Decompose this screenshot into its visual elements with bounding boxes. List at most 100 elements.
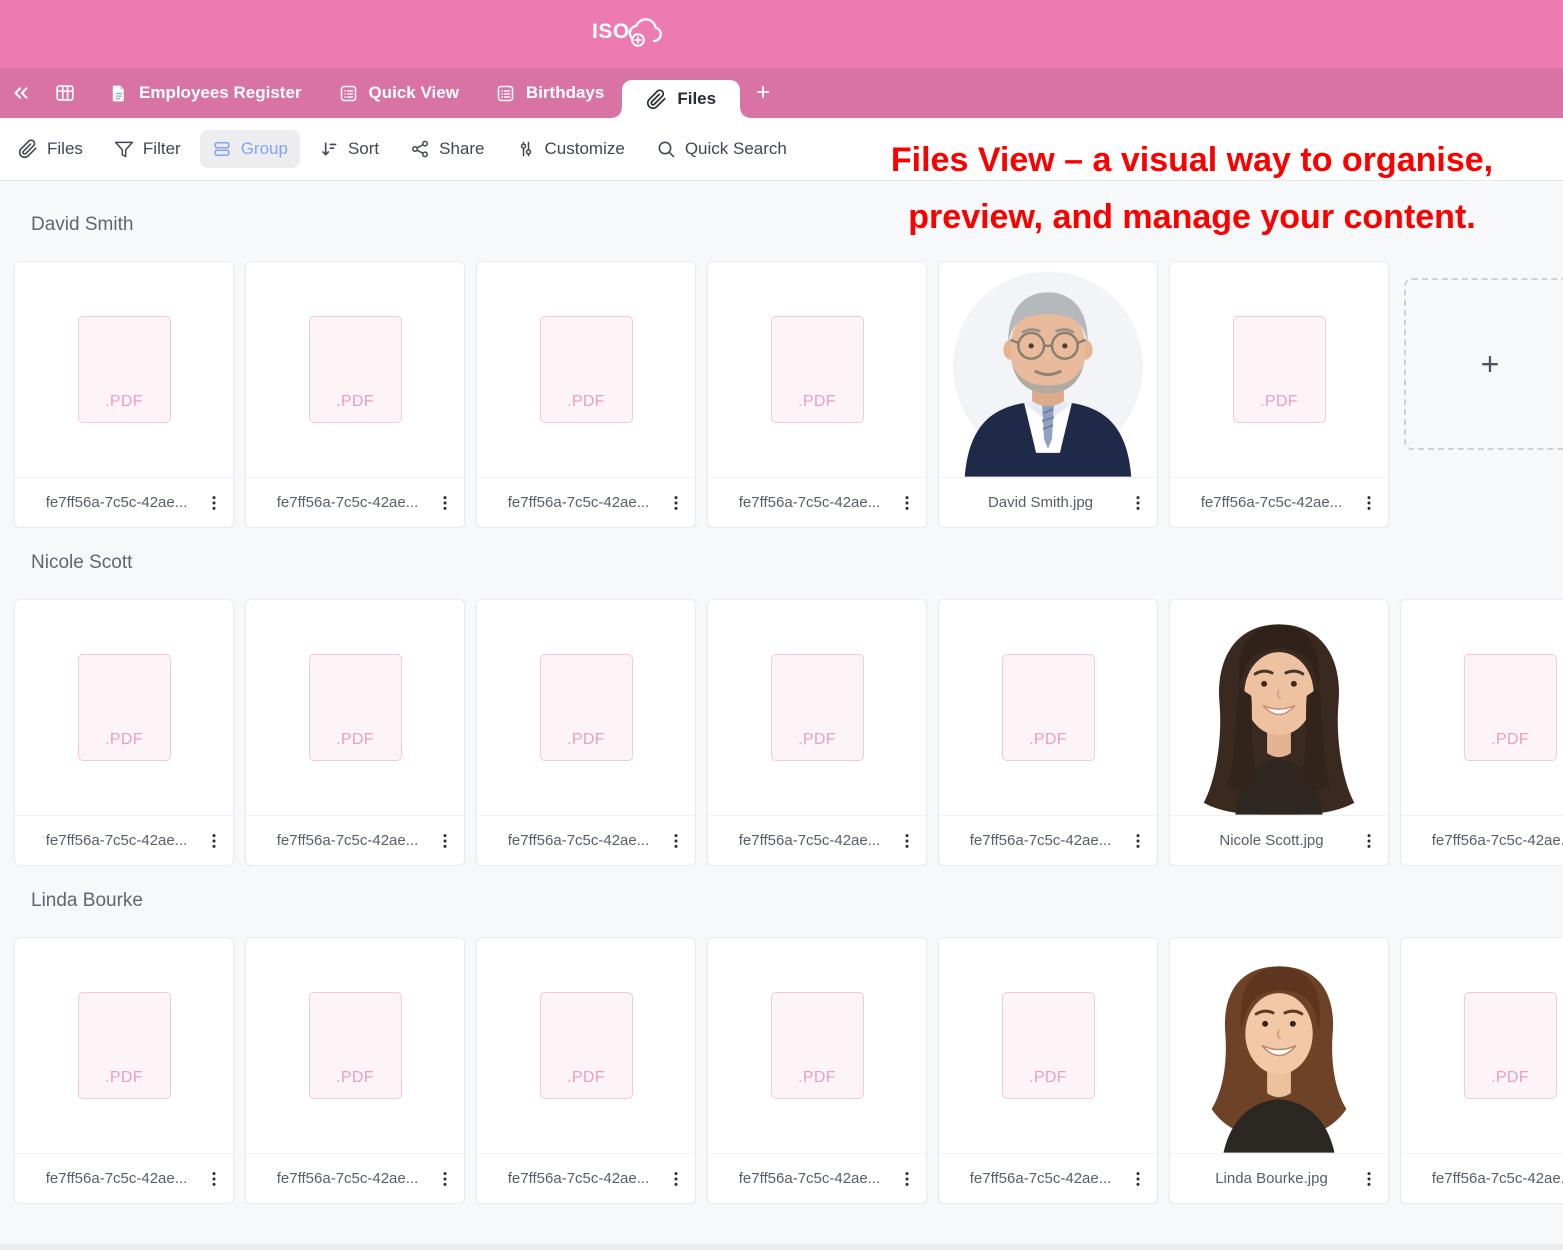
pdf-label: .PDF [798,731,836,749]
file-card[interactable]: .PDF fe7ff56a-7c5c-42ae... [1400,937,1563,1204]
add-view-button[interactable]: + [756,81,770,105]
tab-label: Birthdays [525,83,605,102]
card-footer: fe7ff56a-7c5c-42ae... [15,1153,233,1203]
tab-quick-view[interactable]: Quick View [320,68,477,118]
table-view-button[interactable] [54,82,76,104]
toolbar-sort-button[interactable]: Sort [307,130,391,168]
tab-employees-register[interactable]: Employees Register [90,68,320,118]
kebab-menu-icon[interactable] [897,831,917,851]
card-footer: fe7ff56a-7c5c-42ae... [708,1153,926,1203]
card-footer: fe7ff56a-7c5c-42ae... [477,477,695,527]
file-card[interactable]: .PDF fe7ff56a-7c5c-42ae... [14,261,234,528]
group-icon [212,139,232,159]
file-card[interactable]: .PDF fe7ff56a-7c5c-42ae... [14,937,234,1204]
kebab-menu-icon[interactable] [435,493,455,513]
file-card[interactable]: .PDF fe7ff56a-7c5c-42ae... [245,599,465,866]
file-card[interactable]: .PDF fe7ff56a-7c5c-42ae... [1400,599,1563,866]
app-header: ISO [0,0,1563,68]
pdf-label: .PDF [336,393,374,411]
file-name: fe7ff56a-7c5c-42ae... [45,494,188,512]
kebab-menu-icon[interactable] [204,493,224,513]
kebab-menu-icon[interactable] [897,493,917,513]
file-preview: .PDF [246,600,464,815]
toolbar-customize-button[interactable]: Customize [504,130,637,168]
toolbar-files-button[interactable]: Files [6,130,95,168]
file-card[interactable]: .PDF fe7ff56a-7c5c-42ae... [707,261,927,528]
file-name: David Smith.jpg [987,494,1094,512]
view-toolbar: Files Filter Group Sort Share Customize … [0,118,1563,181]
collapse-sidebar-button[interactable] [10,82,32,104]
toolbar-group-button[interactable]: Group [199,130,300,168]
file-card[interactable]: .PDF fe7ff56a-7c5c-42ae... [476,261,696,528]
share-icon [410,139,430,159]
file-card[interactable]: .PDF fe7ff56a-7c5c-42ae... [245,261,465,528]
file-name: fe7ff56a-7c5c-42ae... [1431,832,1563,850]
file-card[interactable]: David Smith.jpg [938,261,1158,528]
kebab-menu-icon[interactable] [897,1169,917,1189]
kebab-menu-icon[interactable] [1359,493,1379,513]
kebab-menu-icon[interactable] [1359,831,1379,851]
pdf-label: .PDF [567,731,605,749]
pdf-file-icon: .PDF [77,992,171,1100]
toolbar-quick-search-button[interactable]: Quick Search [644,130,799,168]
document-icon [108,83,129,104]
toolbar-item-label: Filter [142,139,181,158]
list-view-icon [495,83,516,104]
file-card[interactable]: .PDF fe7ff56a-7c5c-42ae... [1169,261,1389,528]
kebab-menu-icon[interactable] [204,1169,224,1189]
file-card[interactable]: .PDF fe7ff56a-7c5c-42ae... [938,599,1158,866]
file-group: Linda Bourke .PDF fe7ff56a-7c5c-42ae... … [0,890,1563,1204]
kebab-menu-icon[interactable] [1359,1169,1379,1189]
card-footer: fe7ff56a-7c5c-42ae... [708,477,926,527]
horizontal-scrollbar[interactable] [0,1244,1563,1250]
kebab-menu-icon[interactable] [1128,493,1148,513]
file-card[interactable]: .PDF fe7ff56a-7c5c-42ae... [245,937,465,1204]
file-card[interactable]: .PDF fe7ff56a-7c5c-42ae... [707,937,927,1204]
card-footer: fe7ff56a-7c5c-42ae... [246,815,464,865]
card-footer: fe7ff56a-7c5c-42ae... [1170,477,1388,527]
file-card[interactable]: Linda Bourke.jpg [1169,937,1389,1204]
pdf-file-icon: .PDF [308,992,402,1100]
file-card[interactable]: Nicole Scott.jpg [1169,599,1389,866]
kebab-menu-icon[interactable] [435,1169,455,1189]
kebab-menu-icon[interactable] [435,831,455,851]
photo-david-smith [939,262,1157,477]
card-footer: fe7ff56a-7c5c-42ae... [1401,815,1563,865]
toolbar-share-button[interactable]: Share [398,130,496,168]
file-card[interactable]: .PDF fe7ff56a-7c5c-42ae... [938,937,1158,1204]
file-card[interactable]: .PDF fe7ff56a-7c5c-42ae... [476,599,696,866]
file-name: fe7ff56a-7c5c-42ae... [738,494,881,512]
file-name: fe7ff56a-7c5c-42ae... [969,832,1112,850]
toolbar-filter-button[interactable]: Filter [102,130,193,168]
photo-nicole-scott [1170,600,1388,815]
toolbar-item-label: Group [240,139,288,158]
file-card[interactable]: .PDF fe7ff56a-7c5c-42ae... [707,599,927,866]
kebab-menu-icon[interactable] [204,831,224,851]
kebab-menu-icon[interactable] [1128,831,1148,851]
pdf-file-icon: .PDF [308,654,402,762]
add-file-card[interactable]: + [1404,278,1563,450]
pdf-label: .PDF [105,731,143,749]
kebab-menu-icon[interactable] [1128,1169,1148,1189]
pdf-label: .PDF [798,1069,836,1087]
kebab-menu-icon[interactable] [666,1169,686,1189]
file-group: David Smith .PDF fe7ff56a-7c5c-42ae... .… [0,214,1563,528]
kebab-menu-icon[interactable] [666,493,686,513]
file-card[interactable]: .PDF fe7ff56a-7c5c-42ae... [476,937,696,1204]
pdf-label: .PDF [1029,1069,1067,1087]
pdf-file-icon: .PDF [1463,654,1557,762]
sort-icon [319,139,339,159]
pdf-label: .PDF [1260,393,1298,411]
toolbar-item-label: Sort [347,139,380,158]
file-name: fe7ff56a-7c5c-42ae... [276,1170,419,1188]
card-footer: Linda Bourke.jpg [1170,1153,1388,1203]
tab-birthdays[interactable]: Birthdays [477,68,622,118]
toolbar-item-label: Files [47,139,83,158]
file-preview: .PDF [1170,262,1388,477]
file-preview [1170,938,1388,1153]
card-footer: fe7ff56a-7c5c-42ae... [477,1153,695,1203]
plus-icon: + [1480,346,1500,382]
file-card[interactable]: .PDF fe7ff56a-7c5c-42ae... [14,599,234,866]
tab-files[interactable]: Files [612,80,750,118]
kebab-menu-icon[interactable] [666,831,686,851]
